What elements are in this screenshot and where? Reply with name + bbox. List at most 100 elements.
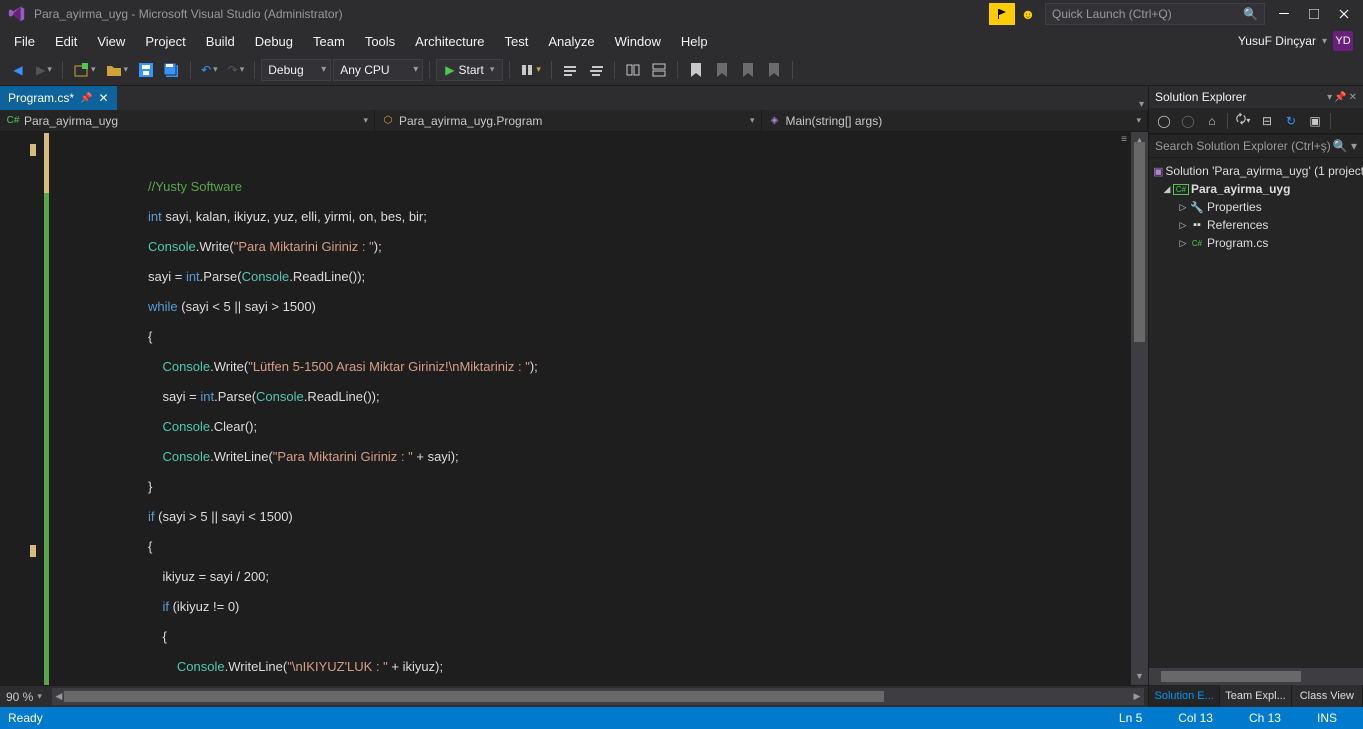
- menu-architecture[interactable]: Architecture: [405, 30, 494, 53]
- notification-flag-icon[interactable]: [989, 3, 1015, 25]
- solution-hscroll[interactable]: [1149, 668, 1363, 685]
- menu-window[interactable]: Window: [605, 30, 671, 53]
- collapse-icon[interactable]: ⊟: [1256, 110, 1278, 132]
- references-icon: ▪▪: [1189, 219, 1205, 231]
- status-ch: Ch 13: [1231, 711, 1299, 725]
- menu-tools[interactable]: Tools: [355, 30, 405, 53]
- back-icon[interactable]: ◯: [1153, 110, 1175, 132]
- menu-view[interactable]: View: [87, 30, 135, 53]
- sync-icon[interactable]: 🗘▾: [1232, 110, 1254, 132]
- scroll-thumb[interactable]: [1134, 142, 1145, 342]
- nav-class-select[interactable]: ⬡ Para_ayirma_uyg.Program: [375, 110, 762, 131]
- editor-footer: 90 % ◀ ▶: [0, 685, 1148, 707]
- scroll-right-icon[interactable]: ▶: [1130, 688, 1144, 705]
- foot-tab-solution[interactable]: Solution E...: [1149, 685, 1220, 707]
- solution-tree[interactable]: ▣ Solution 'Para_ayirma_uyg' (1 project)…: [1149, 158, 1363, 668]
- pin-icon[interactable]: 📌: [80, 93, 92, 104]
- tree-properties-node[interactable]: ▷ 🔧 Properties: [1149, 198, 1363, 216]
- menu-bar: File Edit View Project Build Debug Team …: [0, 28, 1363, 54]
- foot-tab-team[interactable]: Team Expl...: [1220, 685, 1291, 707]
- solution-explorer-title-bar[interactable]: Solution Explorer ▾ 📌 ✕: [1149, 86, 1363, 108]
- code-editor[interactable]: //Yusty Software int sayi, kalan, ikiyuz…: [0, 132, 1148, 685]
- solution-foot-tabs: Solution E... Team Expl... Class View: [1149, 685, 1363, 707]
- bookmark-prev-button[interactable]: [710, 58, 734, 82]
- forward-icon[interactable]: ◯: [1177, 110, 1199, 132]
- horizontal-scrollbar[interactable]: ◀ ▶: [52, 688, 1144, 705]
- vertical-scrollbar[interactable]: ▲ ▼: [1131, 132, 1148, 685]
- solution-explorer-search[interactable]: Search Solution Explorer (Ctrl+ş) 🔍 ▾: [1149, 134, 1363, 158]
- save-button[interactable]: [134, 58, 158, 82]
- expand-icon[interactable]: ▷: [1177, 238, 1189, 249]
- nav-project-select[interactable]: C# Para_ayirma_uyg: [0, 110, 375, 131]
- zoom-select[interactable]: 90 %: [0, 690, 48, 704]
- feedback-smile-icon[interactable]: ☻: [1015, 3, 1041, 25]
- refresh-icon[interactable]: ↻: [1280, 110, 1302, 132]
- main-toolbar: ◀ ▶▾ ▾ ▾ ↶▾ ↷▾ Debug Any CPU ▶ Start ▾ ▾: [0, 54, 1363, 86]
- close-icon[interactable]: ✕: [98, 91, 108, 105]
- menu-project[interactable]: Project: [135, 30, 195, 53]
- tab-dropdown-icon[interactable]: ▾: [1139, 99, 1144, 110]
- foot-tab-classview[interactable]: Class View: [1292, 685, 1363, 707]
- split-grip-icon[interactable]: ≡: [1117, 132, 1131, 146]
- search-icon: 🔍: [1243, 7, 1258, 21]
- menu-help[interactable]: Help: [671, 30, 718, 53]
- expand-icon[interactable]: ▷: [1177, 220, 1189, 231]
- vs-logo-icon: [8, 5, 26, 23]
- save-all-button[interactable]: [160, 58, 184, 82]
- menu-debug[interactable]: Debug: [245, 30, 303, 53]
- tree-file-node[interactable]: ▷ C# Program.cs: [1149, 234, 1363, 252]
- menu-build[interactable]: Build: [196, 30, 245, 53]
- bookmark-next-button[interactable]: [736, 58, 760, 82]
- chevron-down-icon: ▾: [1322, 36, 1327, 47]
- tree-references-node[interactable]: ▷ ▪▪ References: [1149, 216, 1363, 234]
- start-button[interactable]: ▶ Start ▾: [436, 59, 503, 81]
- nav-back-button[interactable]: ◀: [6, 58, 30, 82]
- hscroll-thumb[interactable]: [64, 691, 884, 702]
- close-icon[interactable]: ✕: [1349, 92, 1357, 103]
- menu-team[interactable]: Team: [303, 30, 355, 53]
- hscroll-thumb[interactable]: [1161, 671, 1301, 682]
- minimize-button[interactable]: [1269, 3, 1299, 25]
- open-file-button[interactable]: ▾: [102, 58, 133, 82]
- pane-menu-icon[interactable]: ▾: [1327, 92, 1332, 103]
- menu-edit[interactable]: Edit: [45, 30, 87, 53]
- document-tab-strip: Program.cs* 📌 ✕ ▾: [0, 86, 1148, 110]
- configuration-select[interactable]: Debug: [261, 59, 331, 81]
- bookmark-clear-button[interactable]: [762, 58, 786, 82]
- class-icon: ⬡: [381, 114, 395, 128]
- tab-label: Program.cs*: [8, 91, 74, 105]
- platform-select[interactable]: Any CPU: [333, 59, 423, 81]
- menu-test[interactable]: Test: [495, 30, 539, 53]
- step-button-4[interactable]: [621, 58, 645, 82]
- menu-analyze[interactable]: Analyze: [538, 30, 604, 53]
- window-title: Para_ayirma_uyg - Microsoft Visual Studi…: [34, 7, 343, 21]
- scroll-down-icon[interactable]: ▼: [1131, 668, 1148, 685]
- nav-forward-button[interactable]: ▶▾: [32, 58, 56, 82]
- bookmark-button[interactable]: [684, 58, 708, 82]
- editor-gutter[interactable]: [0, 132, 44, 685]
- step-button-5[interactable]: [647, 58, 671, 82]
- step-button-3[interactable]: [584, 58, 608, 82]
- expand-icon[interactable]: ◢: [1161, 184, 1173, 195]
- maximize-button[interactable]: [1299, 3, 1329, 25]
- new-project-button[interactable]: ▾: [69, 58, 100, 82]
- redo-button[interactable]: ↷▾: [224, 58, 249, 82]
- menu-file[interactable]: File: [4, 30, 45, 53]
- tree-project-node[interactable]: ◢ C# Para_ayirma_uyg: [1149, 180, 1363, 198]
- method-icon: ◈: [768, 114, 782, 128]
- step-button-2[interactable]: [558, 58, 582, 82]
- title-bar: Para_ayirma_uyg - Microsoft Visual Studi…: [0, 0, 1363, 28]
- pin-icon[interactable]: 📌: [1334, 92, 1346, 103]
- code-content[interactable]: //Yusty Software int sayi, kalan, ikiyuz…: [44, 132, 1131, 685]
- document-tab-active[interactable]: Program.cs* 📌 ✕: [0, 86, 117, 110]
- quick-launch-input[interactable]: Quick Launch (Ctrl+Q) 🔍: [1045, 3, 1265, 25]
- nav-member-select[interactable]: ◈ Main(string[] args): [762, 110, 1149, 131]
- step-button-1[interactable]: ▾: [516, 58, 545, 82]
- show-all-icon[interactable]: ▣: [1304, 110, 1326, 132]
- undo-button[interactable]: ↶▾: [197, 58, 222, 82]
- home-icon[interactable]: ⌂: [1201, 110, 1223, 132]
- user-badge[interactable]: YusuF Dinçyar ▾ YD: [1238, 31, 1359, 51]
- expand-icon[interactable]: ▷: [1177, 202, 1189, 213]
- tree-solution-node[interactable]: ▣ Solution 'Para_ayirma_uyg' (1 project): [1149, 162, 1363, 180]
- close-button[interactable]: [1329, 3, 1359, 25]
